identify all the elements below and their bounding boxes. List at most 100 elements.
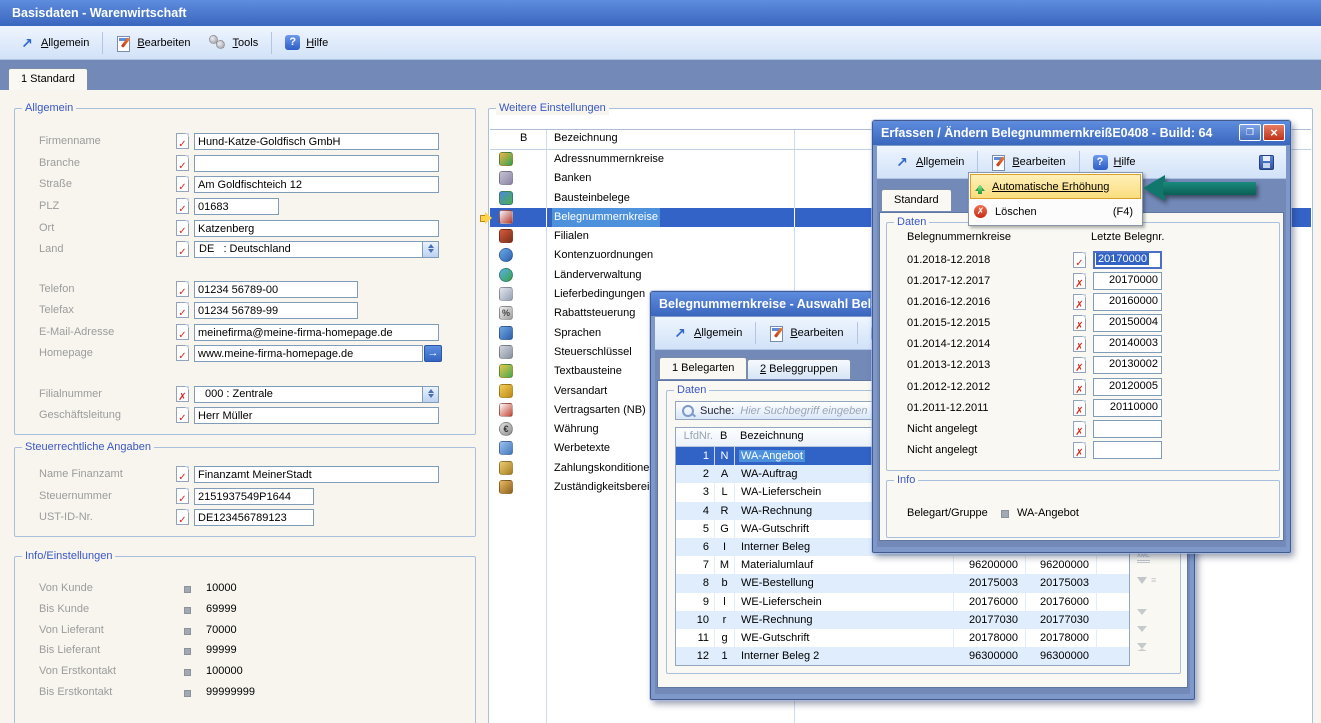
save-icon[interactable]	[1259, 155, 1274, 170]
last-number-input[interactable]	[1093, 420, 1162, 438]
field-row-finanzamt: Name Finanzamt	[15, 466, 475, 484]
tab-belegarten[interactable]: 1 Belegarten	[659, 357, 747, 379]
beleg-row[interactable]: 9 l WE-Lieferschein 20176000 20176000	[676, 593, 1129, 611]
filialnummer-select[interactable]: 000 : Zentrale	[194, 386, 439, 403]
beleg-row[interactable]: 10 r WE-Rechnung 20177030 20177030	[676, 611, 1129, 629]
bearbeiten-menu-button[interactable]: Bearbeiten	[107, 30, 199, 56]
group-legend: Weitere Einstellungen	[496, 101, 609, 115]
finanzamt-input[interactable]	[194, 466, 439, 483]
doc-check-button[interactable]	[176, 155, 189, 171]
field-row-branche: Branche	[15, 155, 475, 173]
range-toggle-icon[interactable]	[1073, 273, 1086, 289]
doc-check-button[interactable]	[176, 133, 189, 149]
range-toggle-icon[interactable]	[1073, 294, 1086, 310]
beleg-row[interactable]: 7 M Materialumlauf 96200000 96200000	[676, 556, 1129, 574]
range-toggle-icon[interactable]	[1073, 442, 1086, 458]
last-number-input[interactable]: 20150004	[1093, 314, 1162, 332]
strasse-input[interactable]	[194, 176, 439, 193]
doc-check-button[interactable]	[176, 324, 189, 340]
geschaeftsleitung-input[interactable]	[194, 407, 439, 424]
languages-icon	[499, 326, 513, 340]
telefon-input[interactable]	[194, 281, 358, 298]
plz-input[interactable]	[194, 198, 279, 215]
scroll-down-icon[interactable]	[1137, 609, 1147, 620]
arrow-ne-icon	[894, 154, 910, 170]
homepage-input[interactable]	[194, 345, 423, 362]
close-window-icon[interactable]	[1263, 124, 1285, 141]
bullet-icon	[184, 628, 191, 635]
field-row-homepage: Homepage	[15, 345, 475, 363]
doc-check-button[interactable]	[176, 466, 189, 482]
last-number-input[interactable]: 20140003	[1093, 335, 1162, 353]
info-value: 100000	[206, 665, 243, 677]
field-label: Geschäftsleitung	[39, 409, 121, 421]
beleg-row[interactable]: 8 b WE-Bestellung 20175003 20175003	[676, 574, 1129, 592]
range-toggle-icon[interactable]	[1073, 379, 1086, 395]
doc-check-button[interactable]	[176, 241, 189, 257]
responsibilities-icon	[499, 480, 513, 494]
range-toggle-icon[interactable]	[1073, 421, 1086, 437]
filter-icon[interactable]	[1137, 577, 1147, 584]
info-label: Von Erstkontakt	[39, 665, 116, 677]
main-tab-strip: 1 Standard	[0, 60, 1321, 90]
steuernummer-input[interactable]	[194, 488, 314, 505]
ustid-input[interactable]	[194, 509, 314, 526]
spinner-buttons[interactable]	[422, 242, 438, 257]
doc-check-button[interactable]	[176, 220, 189, 236]
bearbeiten-menu-button[interactable]: Bearbeiten	[760, 320, 852, 346]
range-toggle-icon[interactable]	[1073, 336, 1086, 352]
last-number-input[interactable]: 20120005	[1093, 378, 1162, 396]
scroll-bottom-icon[interactable]	[1137, 643, 1147, 651]
last-number-input[interactable]	[1093, 441, 1162, 459]
branche-input[interactable]	[194, 155, 439, 172]
email-input[interactable]	[194, 324, 439, 341]
doc-check-button[interactable]	[176, 345, 189, 361]
last-number-input[interactable]: 20170000	[1093, 272, 1162, 290]
menu-item-loeschen[interactable]: Löschen (F4)	[970, 199, 1141, 224]
beleg-row[interactable]: 12 1 Interner Beleg 2 96300000 96300000	[676, 647, 1129, 665]
menu-item-automatische-erhoehung[interactable]: Automatische Erhöhung	[970, 174, 1141, 199]
doc-check-button[interactable]	[176, 176, 189, 192]
tab-standard[interactable]: 1 Standard	[8, 68, 88, 90]
firmenname-input[interactable]	[194, 133, 439, 150]
range-toggle-icon[interactable]	[1073, 357, 1086, 373]
doc-check-button[interactable]	[176, 198, 189, 214]
field-row-plz: PLZ	[15, 198, 475, 216]
open-homepage-icon[interactable]	[424, 345, 442, 362]
ort-input[interactable]	[194, 220, 439, 237]
range-label: 01.2018-12.2018	[907, 254, 990, 266]
doc-x-button[interactable]	[176, 386, 189, 402]
hilfe-menu-button[interactable]: Hilfe	[276, 30, 337, 56]
land-select[interactable]: DE : Deutschland	[194, 241, 439, 258]
allgemein-menu-button[interactable]: Allgemein	[885, 149, 973, 175]
last-number-input[interactable]: 20170000	[1093, 251, 1162, 269]
item-label: Werbetexte	[554, 439, 610, 458]
allgemein-menu-button[interactable]: Allgemein	[663, 320, 751, 346]
spinner-buttons[interactable]	[422, 387, 438, 402]
allgemein-menu-button[interactable]: Allgemein	[10, 30, 98, 56]
tools-menu-button[interactable]: Tools	[200, 30, 268, 56]
last-number-input[interactable]: 20110000	[1093, 399, 1162, 417]
doc-check-button[interactable]	[176, 281, 189, 297]
restore-window-icon[interactable]	[1239, 124, 1261, 141]
field-label: Land	[39, 243, 63, 255]
scroll-page-down-icon[interactable]	[1137, 626, 1147, 637]
doc-check-button[interactable]	[176, 302, 189, 318]
last-number-input[interactable]: 20130002	[1093, 356, 1162, 374]
bullet-icon	[184, 669, 191, 676]
beleg-row[interactable]: 11 g WE-Gutschrift 20178000 20178000	[676, 629, 1129, 647]
range-toggle-icon[interactable]	[1073, 252, 1086, 268]
spin-up-icon	[428, 241, 434, 248]
percent-icon: %	[499, 306, 513, 320]
tab-standard[interactable]: Standard	[881, 189, 952, 211]
doc-check-button[interactable]	[176, 488, 189, 504]
doc-check-button[interactable]	[176, 509, 189, 525]
range-toggle-icon[interactable]	[1073, 400, 1086, 416]
xml-export-icon[interactable]: XML	[1137, 553, 1150, 563]
telefax-input[interactable]	[194, 302, 358, 319]
range-toggle-icon[interactable]	[1073, 315, 1086, 331]
info-row: Bis Kunde 69999	[15, 600, 475, 621]
tab-beleggruppen[interactable]: 2 Beleggruppen	[747, 359, 851, 379]
last-number-input[interactable]: 20160000	[1093, 293, 1162, 311]
doc-check-button[interactable]	[176, 407, 189, 423]
